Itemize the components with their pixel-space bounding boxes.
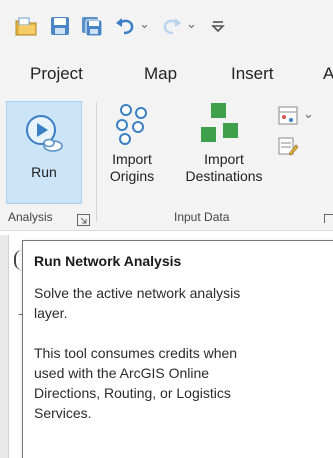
group-label-analysis: Analysis [8,210,53,224]
undo-dropdown-icon[interactable]: ⌄ [139,16,150,34]
add-locations-icon[interactable] [278,106,300,126]
run-label: Run [31,164,57,180]
dialog-launcher-icon[interactable] [77,211,90,226]
edit-attributes-icon[interactable] [278,136,299,156]
quick-access-toolbar: ⌄ ⌄ [0,0,333,58]
tooltip-description-line-1: Solve the active network analysis [34,285,241,301]
group-label-input-data: Input Data [174,210,230,224]
tooltip-credits-line-3: Directions, Routing, or Logistics [34,385,231,401]
customize-icon[interactable] [206,14,230,38]
tooltip-credits-line-2: used with the ArcGIS Online [34,365,210,381]
pane-edge [0,235,9,458]
tab-insert[interactable]: Insert [231,64,274,84]
undo-icon[interactable] [113,14,137,38]
tooltip-credits-line-1: This tool consumes credits when [34,345,238,361]
open-project-icon[interactable] [14,14,38,38]
group-separator [96,102,97,222]
import-destinations-icon[interactable] [197,103,251,145]
tab-project[interactable]: Project [30,64,83,84]
import-origins-label-2[interactable]: Origins [104,168,160,185]
tab-map[interactable]: Map [144,64,177,84]
add-locations-dropdown-icon[interactable]: ⌄ [303,106,314,124]
app-window: ⌄ ⌄ Project Map Insert A Run Analysis Im… [0,0,333,458]
tooltip-title: Run Network Analysis [34,253,182,269]
import-destinations-label-1[interactable]: Import [176,151,272,168]
tab-analysis-partial[interactable]: A [323,64,333,84]
dialog-launcher-icon-partial[interactable] [324,211,333,223]
redo-dropdown-icon[interactable]: ⌄ [186,16,197,34]
ribbon-tab-bar: Project Map Insert A [0,58,333,96]
tooltip-credits-line-4: Services. [34,405,92,421]
run-tooltip: Run Network Analysis Solve the active ne… [22,240,333,458]
run-button[interactable]: Run [6,101,82,204]
import-destinations-label-2[interactable]: Destinations [176,168,272,185]
save-all-icon[interactable] [80,14,104,38]
save-icon[interactable] [48,14,72,38]
pane-bracket-glyph [14,250,22,270]
redo-icon[interactable] [160,14,184,38]
import-origins-icon[interactable] [114,102,160,146]
run-icon [22,112,66,156]
tooltip-description-line-2: layer. [34,305,68,321]
ribbon-panel: Run Analysis Import Origins Import Desti… [0,96,333,231]
import-origins-label-1[interactable]: Import [104,151,160,168]
